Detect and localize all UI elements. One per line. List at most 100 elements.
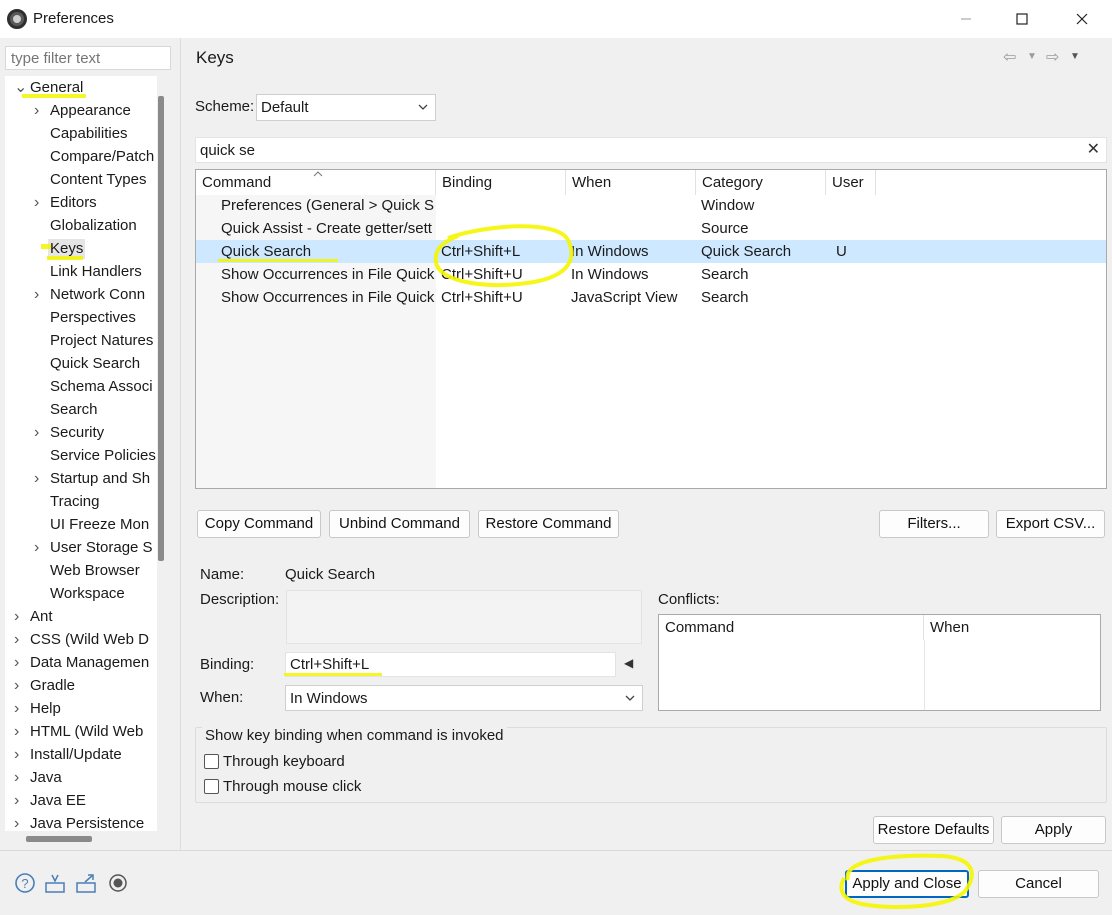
expand-chevron-right-icon[interactable]: › [34,469,44,489]
expand-chevron-right-icon[interactable]: › [14,607,24,627]
binding-menu-icon[interactable]: ◀ [624,656,633,670]
command-search-input[interactable]: quick se ✕ [195,137,1107,163]
expand-chevron-right-icon[interactable]: › [14,653,24,673]
export-icon[interactable] [75,872,97,894]
column-header-binding[interactable]: Binding [436,170,566,195]
table-row[interactable]: Quick Assist - Create getter/sett Source [196,217,1106,240]
column-header-category[interactable]: Category [696,170,826,195]
expand-chevron-right-icon[interactable]: › [34,538,44,558]
export-csv-button[interactable]: Export CSV... [996,510,1105,538]
tree-horizontal-scrollbar[interactable] [26,836,92,842]
tree-item[interactable]: Perspectives [50,308,136,328]
expand-chevron-right-icon[interactable]: › [34,193,44,213]
back-arrow-icon[interactable]: ⇦ [1003,47,1016,67]
tree-item[interactable]: Editors [50,193,97,213]
maximize-button[interactable] [999,0,1045,38]
expand-chevron-right-icon[interactable]: › [34,423,44,443]
show-binding-legend: Show key binding when command is invoked [202,727,507,744]
cell-category: Search [701,266,749,283]
tree-item[interactable]: UI Freeze Mon [50,515,149,535]
tree-item[interactable]: Help [30,699,61,719]
expand-chevron-right-icon[interactable]: › [14,814,24,831]
tree-item[interactable]: Quick Search [50,354,140,374]
expand-chevron-right-icon[interactable]: › [14,699,24,719]
column-header-user[interactable]: User [826,170,876,195]
tree-item[interactable]: Data Managemen [30,653,149,673]
description-field [286,590,642,644]
tree-item[interactable]: Appearance [50,101,131,121]
expand-chevron-right-icon[interactable]: › [14,630,24,650]
help-icon[interactable]: ? [14,872,36,894]
cell-command: Preferences (General > Quick S [221,197,435,214]
conflicts-header-when[interactable]: When [924,615,1099,640]
tree-item[interactable]: Project Natures [50,331,153,351]
record-icon[interactable] [107,872,129,894]
conflicts-table[interactable]: Command When [658,614,1101,711]
minimize-button[interactable] [943,0,989,38]
apply-button[interactable]: Apply [1001,816,1106,844]
through-keyboard-checkbox[interactable] [204,754,219,769]
conflicts-header-command[interactable]: Command [659,615,924,640]
when-value: In Windows [290,690,368,707]
tree-item[interactable]: Workspace [50,584,125,604]
filter-input[interactable] [5,46,171,70]
panel-splitter[interactable] [180,38,181,850]
table-row[interactable]: Show Occurrences in File Quick Ctrl+Shif… [196,286,1106,309]
expand-chevron-right-icon[interactable]: › [34,101,44,121]
tree-item[interactable]: Web Browser [50,561,140,581]
tree-item[interactable]: Ant [30,607,53,627]
tree-item[interactable]: Startup and Sh [50,469,150,489]
cancel-button[interactable]: Cancel [978,870,1099,898]
expand-chevron-right-icon[interactable]: › [14,791,24,811]
table-row[interactable]: Show Occurrences in File Quick Ctrl+Shif… [196,263,1106,286]
tree-item[interactable]: Compare/Patch [50,147,154,167]
through-keyboard-label: Through keyboard [223,753,345,770]
tree-item[interactable]: Java EE [30,791,86,811]
expand-chevron-right-icon[interactable]: › [14,745,24,765]
expand-chevron-right-icon[interactable]: › [14,768,24,788]
restore-command-button[interactable]: Restore Command [478,510,619,538]
unbind-command-button[interactable]: Unbind Command [329,510,470,538]
clear-search-icon[interactable]: ✕ [1087,140,1100,159]
keys-table[interactable]: Command Binding When Category User Prefe… [195,169,1107,489]
expand-chevron-right-icon[interactable]: › [14,676,24,696]
cell-when [571,194,696,217]
tree-item[interactable]: Service Policies [50,446,156,466]
back-menu-icon[interactable]: ▼ [1027,51,1037,62]
tree-item[interactable]: Java Persistence [30,814,144,831]
import-icon[interactable] [44,872,66,894]
tree-item[interactable]: Content Types [50,170,146,190]
tree-item[interactable]: Capabilities [50,124,128,144]
close-window-button[interactable] [1059,0,1105,38]
tree-item[interactable]: User Storage S [50,538,153,558]
scheme-select[interactable]: Default [256,94,436,121]
tree-item[interactable]: HTML (Wild Web [30,722,143,742]
tree-vertical-scrollbar[interactable] [158,96,164,561]
view-menu-icon[interactable]: ▼ [1070,51,1080,62]
when-select[interactable]: In Windows [285,685,643,711]
copy-command-button[interactable]: Copy Command [197,510,321,538]
binding-label: Binding: [200,656,255,673]
tree-item[interactable]: Network Conn [50,285,145,305]
column-header-when[interactable]: When [566,170,696,195]
preference-tree[interactable]: ⌄ General › Appearance Capabilities Compare/P… [5,76,157,831]
filters-button[interactable]: Filters... [879,510,989,538]
tree-item[interactable]: CSS (Wild Web D [30,630,149,650]
tree-item[interactable]: Gradle [30,676,75,696]
expand-chevron-right-icon[interactable]: › [14,722,24,742]
table-row[interactable]: Preferences (General > Quick S Window [196,194,1106,217]
tree-item[interactable]: Link Handlers [50,262,142,282]
tree-item[interactable]: Search [50,400,98,420]
tree-item[interactable]: Tracing [50,492,99,512]
tree-item[interactable]: Globalization [50,216,137,236]
tree-item[interactable]: Security [50,423,104,443]
through-mouse-checkbox[interactable] [204,779,219,794]
tree-item[interactable]: Java [30,768,62,788]
tree-item[interactable]: Install/Update [30,745,122,765]
cell-when: JavaScript View [571,289,678,306]
restore-defaults-button[interactable]: Restore Defaults [873,816,994,844]
chevron-down-icon [625,695,635,701]
expand-chevron-right-icon[interactable]: › [34,285,44,305]
forward-arrow-icon[interactable]: ⇨ [1046,47,1059,67]
tree-item[interactable]: Schema Associ [50,377,153,397]
